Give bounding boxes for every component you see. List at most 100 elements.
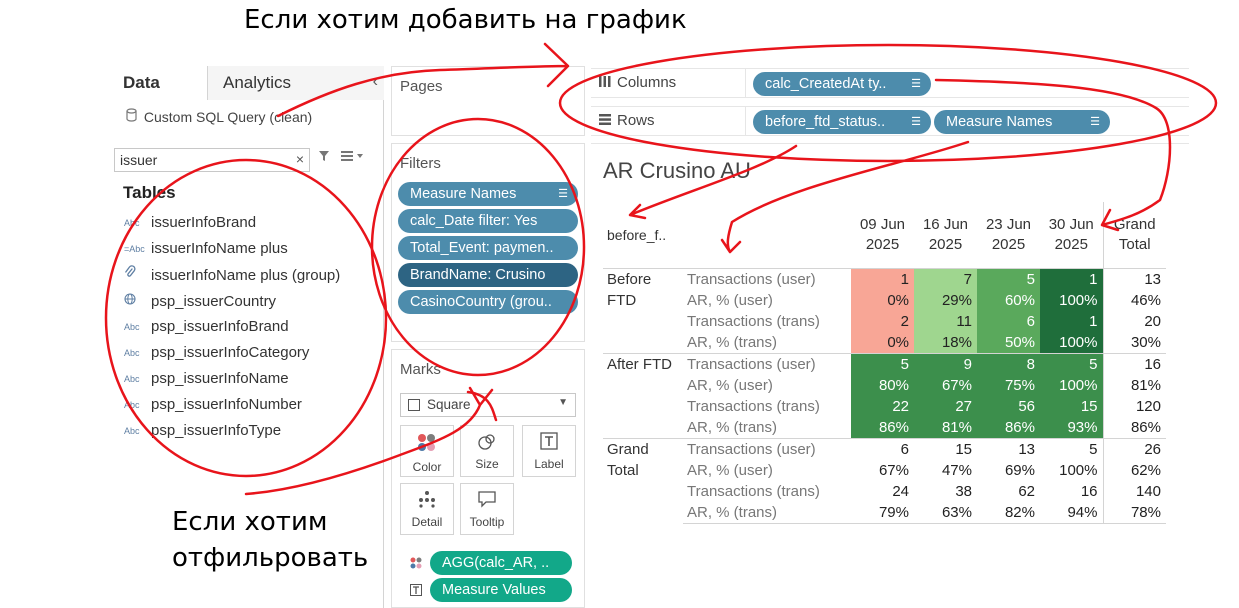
grand-total-cell[interactable]: 78% — [1102, 501, 1166, 524]
rows-pill[interactable]: Measure Names ☰ — [934, 110, 1110, 134]
field-item[interactable]: Abc psp_issuerInfoName — [124, 368, 374, 394]
filter-pill[interactable]: BrandName: Crusino — [398, 263, 578, 287]
data-cell[interactable]: 9 — [914, 352, 977, 375]
data-cell[interactable]: 16 — [1040, 480, 1103, 502]
label-button[interactable]: Label — [522, 425, 576, 477]
data-cell[interactable]: 2 — [851, 310, 914, 332]
field-item[interactable]: psp_issuerCountry — [124, 290, 374, 316]
data-cell[interactable]: 56 — [977, 395, 1040, 417]
filters-shelf[interactable]: Filters Measure Names ☰ calc_Date filter… — [391, 143, 585, 342]
data-cell[interactable]: 86% — [851, 416, 914, 438]
data-cell[interactable]: 0% — [851, 331, 914, 353]
clear-search-icon[interactable]: × — [296, 151, 304, 167]
pages-shelf[interactable]: Pages — [391, 66, 585, 136]
column-header[interactable]: 23 Jun 2025 — [977, 202, 1040, 268]
filter-fields-icon[interactable] — [318, 150, 330, 165]
rows-shelf[interactable]: Rows before_ftd_status.. ☰ Measure Names… — [591, 106, 1189, 136]
datasource-item[interactable]: Custom SQL Query (clean) — [126, 108, 312, 125]
data-cell[interactable]: 27 — [914, 395, 977, 417]
data-cell[interactable]: 69% — [977, 459, 1040, 481]
field-search-input[interactable]: issuer × — [114, 148, 310, 172]
data-cell[interactable]: 15 — [1040, 395, 1103, 417]
color-button[interactable]: Color — [400, 425, 454, 477]
row-group-header[interactable]: Before FTD — [603, 267, 683, 353]
grand-total-cell[interactable]: 13 — [1102, 267, 1166, 290]
data-cell[interactable]: 81% — [914, 416, 977, 438]
data-cell[interactable]: 6 — [977, 310, 1040, 332]
field-item[interactable]: Abc issuerInfoBrand — [124, 212, 374, 238]
column-header[interactable]: 16 Jun 2025 — [914, 202, 977, 268]
grand-total-cell[interactable]: 62% — [1102, 459, 1166, 481]
field-item[interactable]: Abc psp_issuerInfoType — [124, 420, 374, 446]
data-cell[interactable]: 18% — [914, 331, 977, 353]
field-item[interactable]: Abc psp_issuerInfoCategory — [124, 342, 374, 368]
grand-total-cell[interactable]: 140 — [1102, 480, 1166, 502]
data-cell[interactable]: 67% — [851, 459, 914, 481]
filter-pill[interactable]: CasinoCountry (grou.. — [398, 290, 578, 314]
data-cell[interactable]: 62 — [977, 480, 1040, 502]
mark-type-dropdown[interactable]: Square ▼ — [400, 393, 576, 417]
data-cell[interactable]: 75% — [977, 374, 1040, 396]
data-cell[interactable]: 100% — [1040, 374, 1103, 396]
detail-button[interactable]: Detail — [400, 483, 454, 535]
color-field-pill[interactable]: AGG(calc_AR, .. — [430, 551, 572, 575]
filter-pill[interactable]: Total_Event: paymen.. — [398, 236, 578, 260]
field-item[interactable]: Abc psp_issuerInfoNumber — [124, 394, 374, 420]
tooltip-button[interactable]: Tooltip — [460, 483, 514, 535]
grand-total-cell[interactable]: 120 — [1102, 395, 1166, 417]
data-cell[interactable]: 100% — [1040, 289, 1103, 311]
field-item[interactable]: issuerInfoName plus (group) — [124, 264, 374, 290]
text-field-pill[interactable]: Measure Values — [430, 578, 572, 602]
data-cell[interactable]: 5 — [977, 267, 1040, 290]
data-cell[interactable]: 94% — [1040, 501, 1103, 524]
data-cell[interactable]: 6 — [851, 437, 914, 460]
data-cell[interactable]: 5 — [851, 352, 914, 375]
data-cell[interactable]: 80% — [851, 374, 914, 396]
data-cell[interactable]: 60% — [977, 289, 1040, 311]
data-cell[interactable]: 1 — [851, 267, 914, 290]
grand-total-cell[interactable]: 16 — [1102, 352, 1166, 375]
data-cell[interactable]: 93% — [1040, 416, 1103, 438]
field-item[interactable]: =Abc issuerInfoName plus — [124, 238, 374, 264]
data-cell[interactable]: 7 — [914, 267, 977, 290]
column-header[interactable]: 30 Jun 2025 — [1040, 202, 1103, 268]
column-header[interactable]: 09 Jun 2025 — [851, 202, 914, 268]
data-cell[interactable]: 86% — [977, 416, 1040, 438]
data-cell[interactable]: 79% — [851, 501, 914, 524]
data-cell[interactable]: 15 — [914, 437, 977, 460]
data-cell[interactable]: 13 — [977, 437, 1040, 460]
grand-total-cell[interactable]: 46% — [1102, 289, 1166, 311]
grand-total-cell[interactable]: 30% — [1102, 331, 1166, 353]
data-cell[interactable]: 100% — [1040, 459, 1103, 481]
field-item[interactable]: Abc psp_issuerInfoBrand — [124, 316, 374, 342]
data-cell[interactable]: 29% — [914, 289, 977, 311]
data-cell[interactable]: 0% — [851, 289, 914, 311]
data-cell[interactable]: 100% — [1040, 331, 1103, 353]
data-cell[interactable]: 38 — [914, 480, 977, 502]
filter-pill[interactable]: calc_Date filter: Yes — [398, 209, 578, 233]
columns-pill[interactable]: calc_CreatedAt ty.. ☰ — [753, 72, 931, 96]
data-cell[interactable]: 5 — [1040, 352, 1103, 375]
data-cell[interactable]: 8 — [977, 352, 1040, 375]
rows-pill[interactable]: before_ftd_status.. ☰ — [753, 110, 931, 134]
data-cell[interactable]: 24 — [851, 480, 914, 502]
row-group-header[interactable]: Grand Total — [603, 437, 683, 523]
view-options-icon[interactable] — [340, 150, 366, 165]
data-cell[interactable]: 67% — [914, 374, 977, 396]
data-cell[interactable]: 50% — [977, 331, 1040, 353]
row-field-header[interactable]: before_f.. — [603, 202, 683, 268]
grand-total-cell[interactable]: 81% — [1102, 374, 1166, 396]
data-cell[interactable]: 5 — [1040, 437, 1103, 460]
data-cell[interactable]: 47% — [914, 459, 977, 481]
columns-shelf[interactable]: Columns calc_CreatedAt ty.. ☰ — [591, 68, 1189, 98]
grand-total-cell[interactable]: 26 — [1102, 437, 1166, 460]
data-cell[interactable]: 11 — [914, 310, 977, 332]
collapse-pane-icon[interactable]: ‹ — [373, 66, 378, 100]
grand-total-cell[interactable]: 86% — [1102, 416, 1166, 438]
filter-pill[interactable]: Measure Names ☰ — [398, 182, 578, 206]
size-button[interactable]: Size — [460, 425, 514, 477]
grand-total-cell[interactable]: 20 — [1102, 310, 1166, 332]
data-cell[interactable]: 63% — [914, 501, 977, 524]
tab-analytics[interactable]: Analytics — [208, 66, 384, 100]
data-cell[interactable]: 1 — [1040, 310, 1103, 332]
